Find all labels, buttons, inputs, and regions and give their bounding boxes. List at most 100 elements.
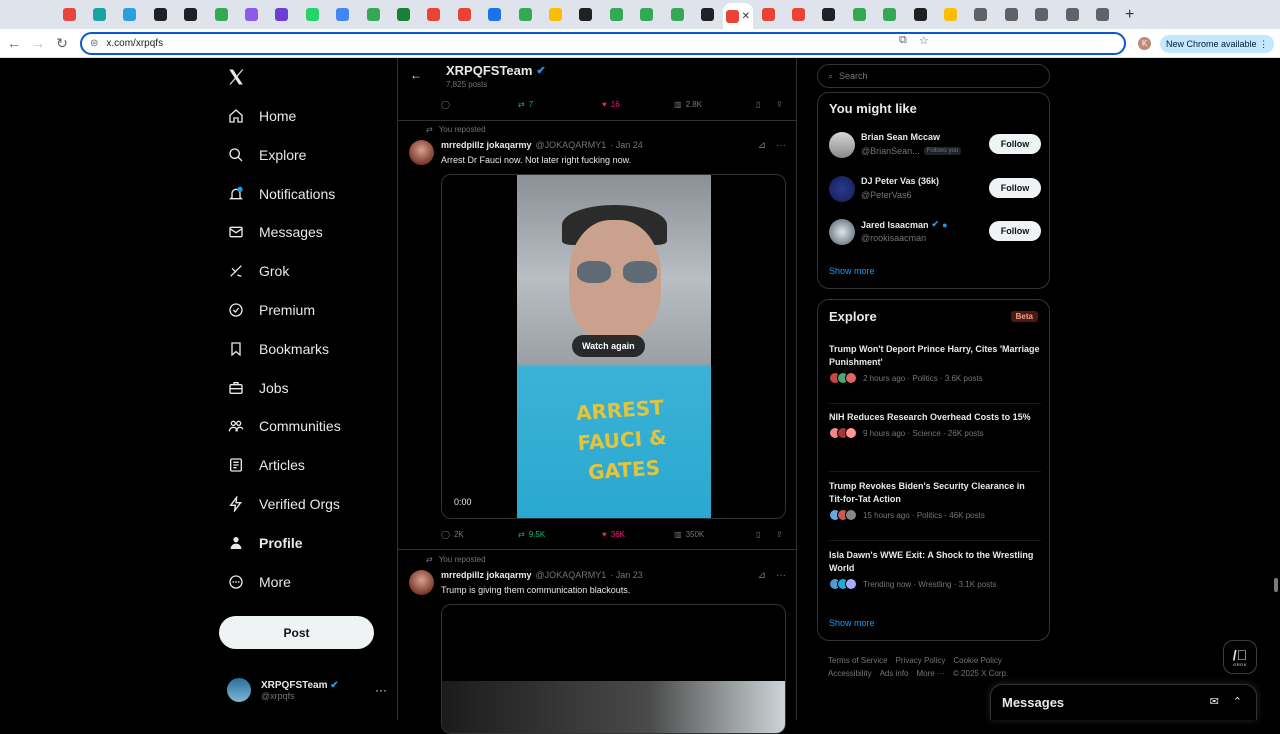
suggested-user[interactable]: Brian Sean Mccaw @BrianSean... Follows you… [829,130,1041,160]
tweet-avatar[interactable] [409,570,434,595]
browser-tab[interactable] [631,4,661,26]
suggested-user[interactable]: DJ Peter Vas (36k) @PeterVas6 Follow [829,174,1041,204]
browser-tab[interactable] [115,4,145,26]
retweet-button[interactable]: ⇄ 7 [518,100,602,109]
trend-item[interactable]: Trump Won't Deport Prince Harry, Cites '… [829,343,1041,384]
new-message-icon[interactable]: ✉ [1210,695,1219,708]
nav-item-grok[interactable]: Grok [227,257,289,285]
follow-button[interactable]: Follow [989,177,1041,198]
browser-tab[interactable] [783,4,813,26]
grok-icon[interactable]: ⊿ [758,570,766,581]
browser-tab[interactable] [905,4,935,26]
site-info-icon[interactable]: ⊜ [90,38,98,49]
tweet-author-handle[interactable]: @JOKAQARMY1 [536,570,607,580]
footer-link[interactable]: Terms of Service [828,656,888,665]
page-scrollbar[interactable] [1272,58,1280,720]
browser-tab[interactable] [328,4,358,26]
browser-tab[interactable] [844,4,874,26]
browser-tab[interactable] [540,4,570,26]
nav-item-articles[interactable]: Articles [227,451,305,479]
nav-item-notifications[interactable]: Notifications [227,180,335,208]
follow-button[interactable]: Follow [989,221,1041,241]
reply-button[interactable]: ◯ [441,100,518,109]
like-button[interactable]: ♥ 16 [602,100,674,109]
browser-tab[interactable] [388,4,418,26]
messages-drawer[interactable]: Messages ✉ ⌃ [990,684,1257,720]
follow-button[interactable]: Follow [989,134,1041,154]
browser-tab[interactable] [176,4,206,26]
nav-item-jobs[interactable]: Jobs [227,374,289,402]
browser-tab[interactable] [358,4,388,26]
bookmark-button[interactable]: ▯ [756,530,776,539]
browser-tab[interactable] [1057,4,1087,26]
browser-tab[interactable] [1087,4,1117,26]
more-icon[interactable]: ··· [776,140,786,151]
browser-tab[interactable] [692,4,722,26]
suggested-user[interactable]: Jared Isaacman ✔ ● @rookisaacman Follow [829,217,1041,247]
browser-tab[interactable] [571,4,601,26]
browser-tab[interactable] [662,4,692,26]
install-app-icon[interactable]: ⧉ [899,34,907,47]
browser-tab[interactable] [54,4,84,26]
browser-tab[interactable] [145,4,175,26]
browser-tab[interactable] [966,4,996,26]
browser-tab[interactable] [875,4,905,26]
browser-tab[interactable] [510,4,540,26]
tweet-video[interactable] [441,604,786,734]
browser-tab[interactable] [601,4,631,26]
bookmark-button[interactable]: ▯ [756,100,776,109]
browser-tab[interactable] [267,4,297,26]
footer-link[interactable]: Privacy Policy [896,656,946,665]
browser-tab[interactable] [419,4,449,26]
grok-icon[interactable]: ⊿ [758,140,766,151]
like-button[interactable]: ♥ 36K [602,530,674,539]
browser-tab[interactable]: ✕ [722,3,753,29]
back-arrow-icon[interactable]: ← [2,35,26,51]
tweet-author-name[interactable]: mrredpillz jokaqarmy [441,140,532,150]
scrollbar-thumb[interactable] [1274,578,1278,592]
views-button[interactable]: ▥ 2.8K [674,100,756,109]
tweet-date[interactable]: · Jan 23 [610,570,643,580]
browser-tab[interactable] [206,4,236,26]
footer-link[interactable]: Ads info [880,669,909,678]
account-switcher[interactable]: XRPQFSTeam ✔ @xrpqfs ··· [227,673,387,707]
nav-item-messages[interactable]: Messages [227,218,323,246]
close-tab-icon[interactable]: ✕ [742,11,750,22]
browser-tab[interactable] [996,4,1026,26]
tweet-video[interactable]: ARREST FAUCI & GATES Watch again 0:00 [441,174,786,519]
browser-tab[interactable] [814,4,844,26]
footer-link[interactable]: Accessibility [828,669,872,678]
nav-item-verified-orgs[interactable]: Verified Orgs [227,490,340,518]
more-icon[interactable]: ··· [776,570,786,581]
post-button[interactable]: Post [219,616,374,649]
reload-icon[interactable]: ↻ [50,35,74,52]
nav-item-communities[interactable]: Communities [227,412,341,440]
browser-profile-avatar[interactable]: K [1138,37,1151,50]
tweet-date[interactable]: · Jan 24 [610,140,643,150]
show-more-link[interactable]: Show more [829,618,875,628]
new-chrome-available-button[interactable]: New Chrome available ⋮ [1160,35,1275,53]
account-more-icon[interactable]: ··· [375,683,387,697]
back-arrow-icon[interactable]: ← [410,68,422,82]
nav-item-premium[interactable]: Premium [227,296,315,324]
share-button[interactable]: ⇪ [776,530,783,539]
nav-item-home[interactable]: Home [227,102,296,130]
address-bar[interactable]: ⊜ x.com/xrpqfs ⧉ ☆ [80,32,1126,55]
watch-again-button[interactable]: Watch again [572,335,645,357]
tweet-avatar[interactable] [409,140,434,165]
x-logo-icon[interactable] [227,66,245,92]
browser-tab[interactable] [479,4,509,26]
grok-floating-button[interactable]: /⃥ GROK [1223,640,1257,674]
reply-button[interactable]: ◯ 2K [441,530,518,539]
expand-chevron-icon[interactable]: ⌃ [1233,695,1242,708]
browser-tab[interactable] [935,4,965,26]
views-button[interactable]: ▥ 350K [674,530,756,539]
nav-item-more[interactable]: More [227,568,291,596]
nav-item-profile[interactable]: Profile [227,529,303,557]
share-button[interactable]: ⇪ [776,100,783,109]
browser-tab[interactable] [84,4,114,26]
trend-item[interactable]: NIH Reduces Research Overhead Costs to 1… [829,411,1041,439]
trend-item[interactable]: Isla Dawn's WWE Exit: A Shock to the Wre… [829,549,1041,590]
nav-item-bookmarks[interactable]: Bookmarks [227,335,329,363]
footer-link[interactable]: © 2025 X Corp. [953,669,1008,678]
